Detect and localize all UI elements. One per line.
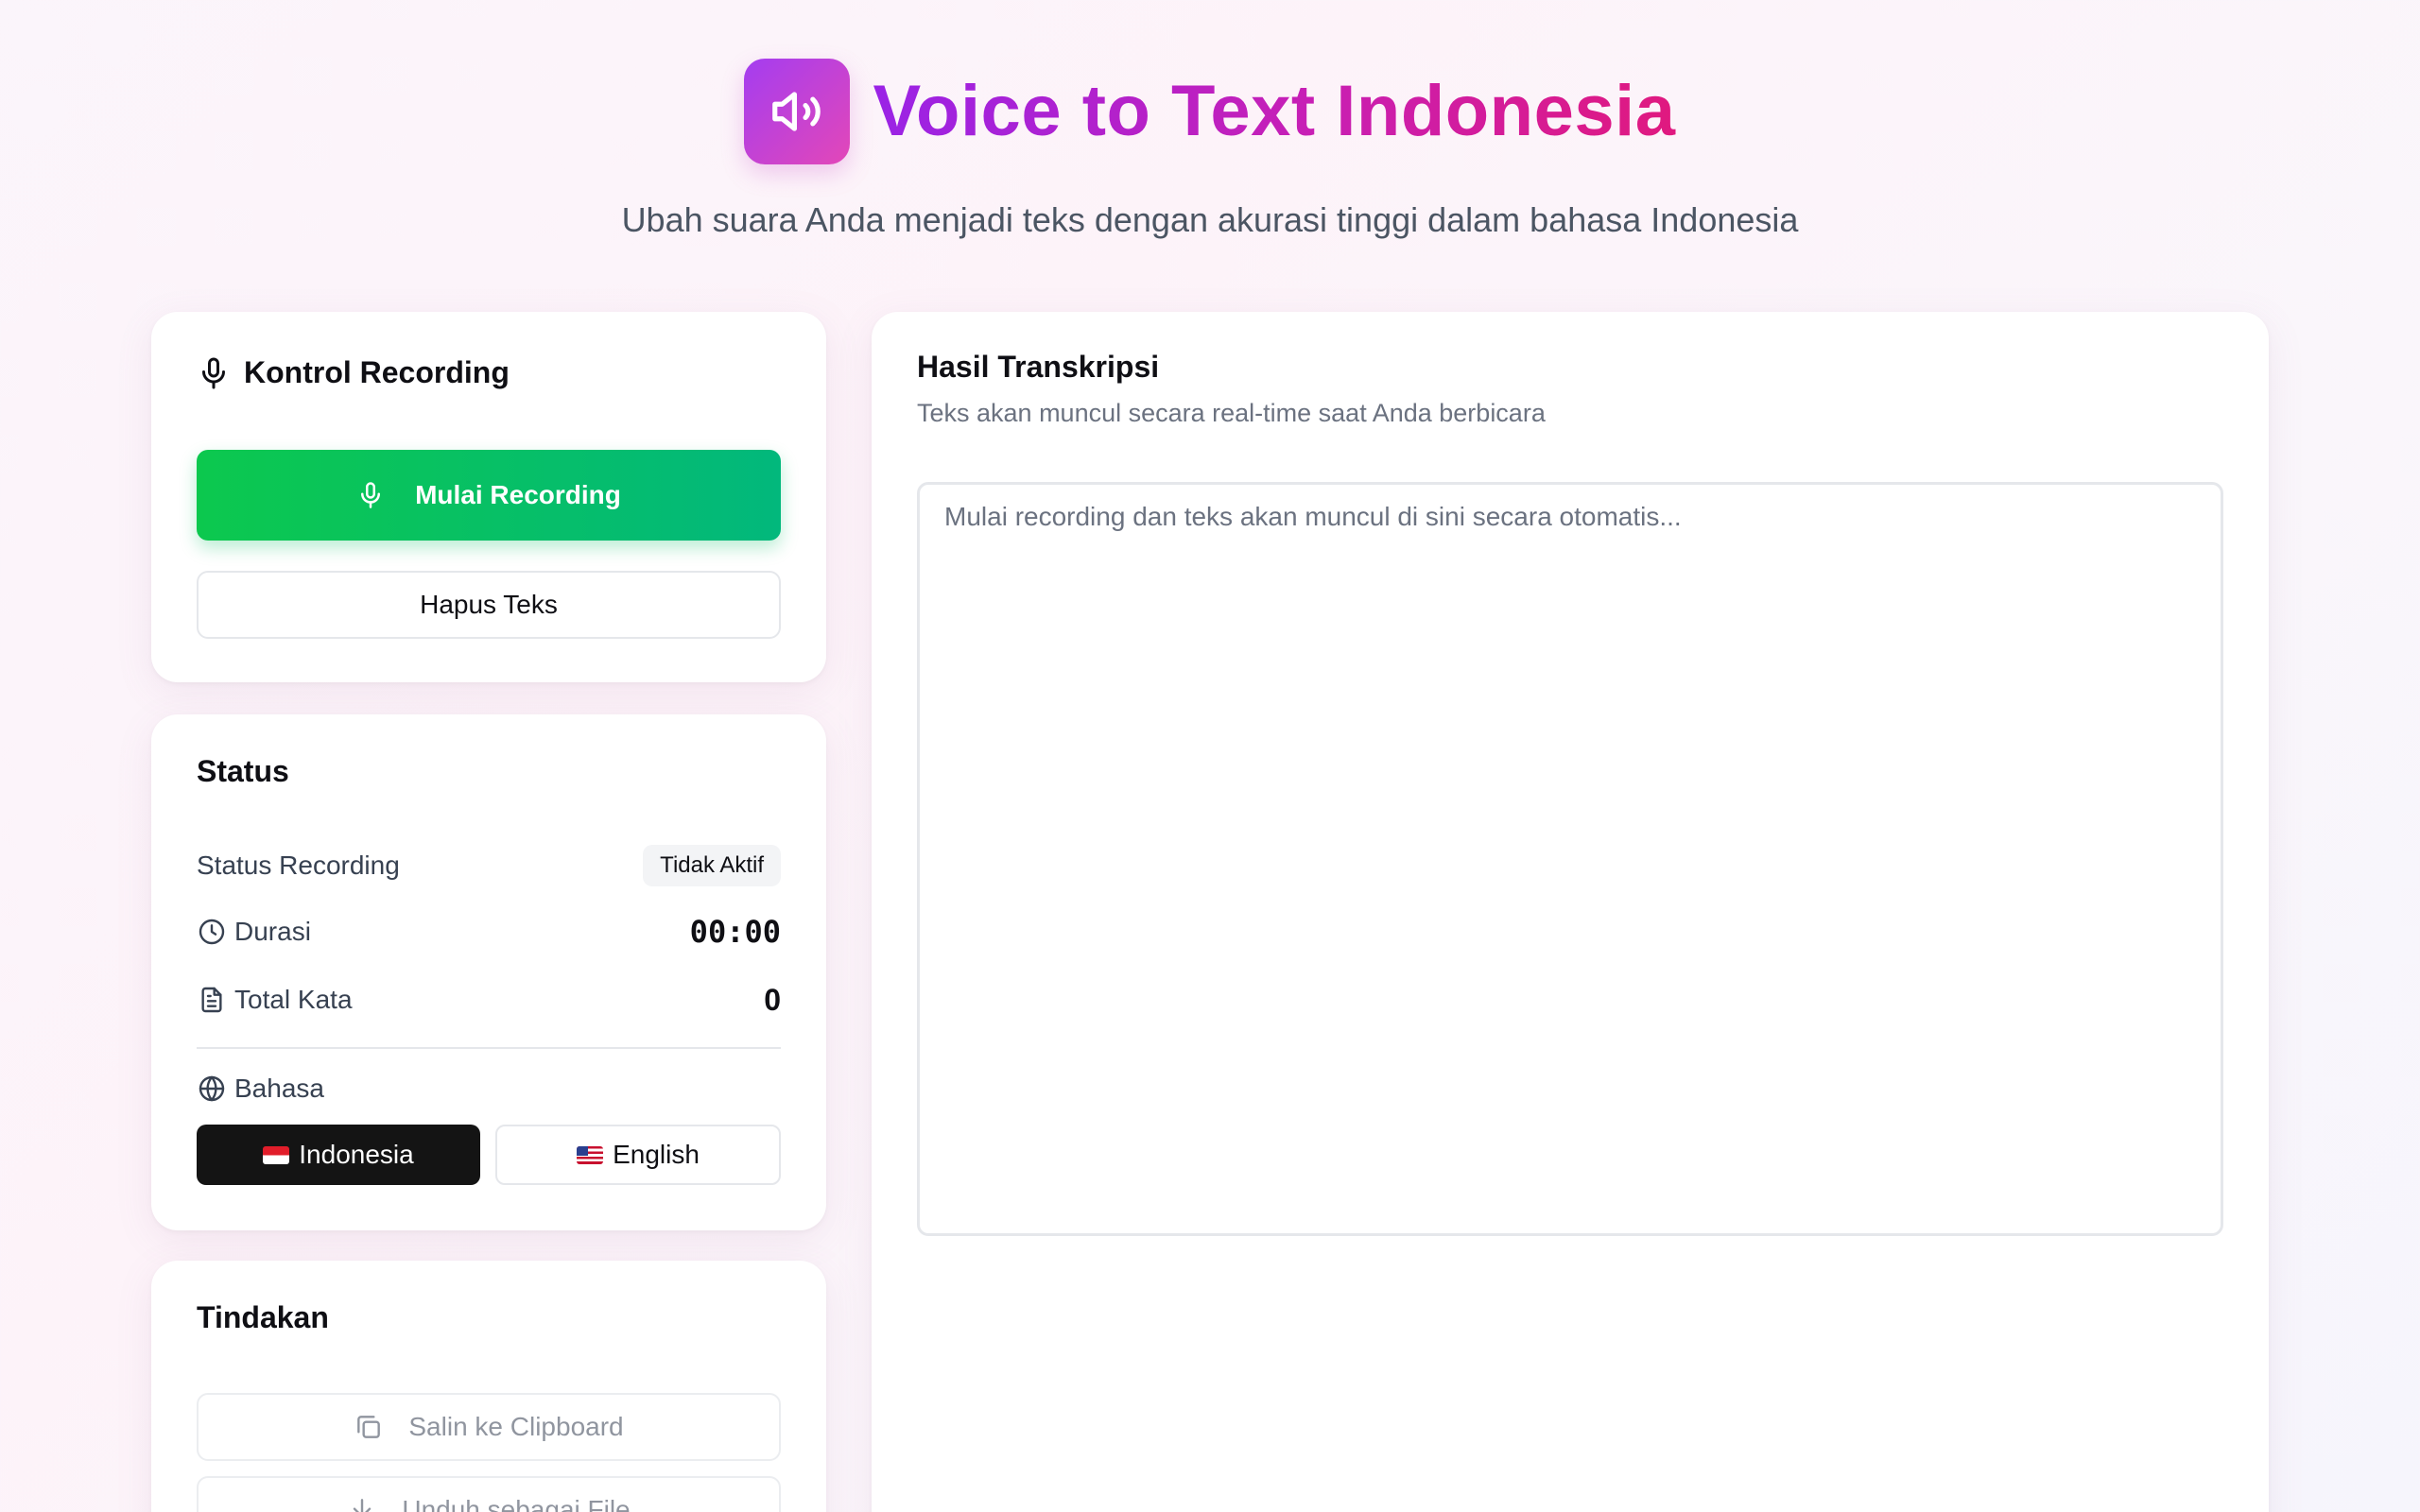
word-count-row: Total Kata 0: [197, 979, 781, 1021]
page-subtitle: Ubah suara Anda menjadi teks dengan akur…: [621, 200, 1799, 239]
duration-label: Durasi: [234, 917, 311, 946]
status-card-title: Status: [197, 754, 289, 788]
recording-status-row: Status Recording Tidak Aktif: [197, 845, 781, 886]
language-button-indonesia[interactable]: Indonesia: [197, 1125, 480, 1185]
page-title: Voice to Text Indonesia: [873, 68, 1675, 154]
download-label: Unduh sebagai File: [402, 1495, 631, 1512]
download-icon: [347, 1495, 377, 1512]
download-file-button[interactable]: Unduh sebagai File: [197, 1476, 781, 1512]
transcript-card-title: Hasil Transkripsi: [917, 350, 1160, 384]
duration-value: 00:00: [689, 914, 781, 950]
page-header: Voice to Text Indonesia Ubah suara Anda …: [0, 59, 2420, 240]
status-card: Status Status Recording Tidak Aktif Dura…: [151, 714, 826, 1230]
document-icon: [197, 985, 227, 1015]
microphone-icon: [197, 356, 231, 390]
duration-label-group: Durasi: [197, 917, 311, 947]
status-divider: [197, 1047, 781, 1049]
word-count-label: Total Kata: [234, 985, 353, 1014]
language-label-row: Bahasa: [197, 1068, 781, 1109]
clear-text-label: Hapus Teks: [420, 590, 558, 619]
language-button-english[interactable]: English: [495, 1125, 781, 1185]
microphone-icon: [356, 481, 385, 509]
us-flag-icon: [577, 1145, 604, 1164]
copy-to-clipboard-button[interactable]: Salin ke Clipboard: [197, 1393, 781, 1461]
speaker-wave-icon: [768, 82, 826, 141]
word-count-value: 0: [764, 982, 781, 1017]
status-badge: Tidak Aktif: [643, 845, 781, 886]
start-recording-label: Mulai Recording: [415, 480, 621, 509]
language-label: Bahasa: [234, 1074, 324, 1103]
language-label-group: Bahasa: [197, 1074, 324, 1104]
clock-icon: [197, 917, 227, 947]
copy-label: Salin ke Clipboard: [408, 1412, 624, 1441]
recording-control-card: Kontrol Recording Mulai Recording Hapus …: [151, 312, 826, 682]
copy-icon: [354, 1412, 384, 1442]
duration-row: Durasi 00:00: [197, 911, 781, 953]
language-selector: Indonesia English: [197, 1125, 781, 1185]
transcript-textarea[interactable]: [917, 482, 2223, 1236]
start-recording-button[interactable]: Mulai Recording: [197, 450, 781, 541]
actions-card: Tindakan Salin ke Clipboard Unduh sebaga…: [151, 1261, 826, 1512]
recording-card-title: Kontrol Recording: [244, 355, 510, 389]
indonesia-flag-icon: [263, 1145, 290, 1164]
actions-card-title: Tindakan: [197, 1300, 329, 1334]
clear-text-button[interactable]: Hapus Teks: [197, 571, 781, 639]
language-english-label: English: [613, 1140, 700, 1169]
transcript-card-subtitle: Teks akan muncul secara real-time saat A…: [917, 399, 1546, 427]
recording-card-header: Kontrol Recording: [197, 355, 510, 390]
language-indonesia-label: Indonesia: [299, 1140, 414, 1169]
word-count-label-group: Total Kata: [197, 985, 353, 1015]
app-logo: [744, 59, 851, 164]
transcript-card: Hasil Transkripsi Teks akan muncul secar…: [872, 312, 2269, 1512]
recording-status-label: Status Recording: [197, 850, 400, 880]
title-row: Voice to Text Indonesia: [0, 59, 2420, 164]
globe-icon: [197, 1074, 227, 1104]
